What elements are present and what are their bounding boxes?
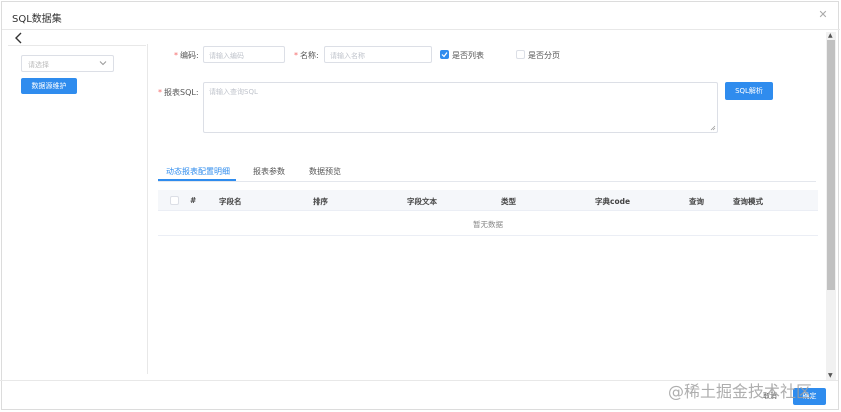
is-list-label: 是否列表	[452, 51, 484, 60]
tab-data-preview[interactable]: 数据预览	[309, 166, 341, 177]
sql-parse-button[interactable]: SQL解析	[725, 82, 773, 100]
column-sort: 排序	[313, 197, 328, 206]
chevron-down-icon	[99, 61, 107, 66]
dialog-title: SQL数据集	[12, 14, 62, 25]
column-field-text: 字段文本	[407, 197, 437, 206]
datasource-select-placeholder: 请选择	[28, 61, 49, 69]
table-empty-text: 暂无数据	[473, 220, 503, 229]
active-tab-indicator	[158, 179, 236, 181]
scroll-up-icon[interactable]: ▲	[828, 33, 833, 39]
datasource-select[interactable]: 请选择	[21, 55, 114, 72]
code-label: * 编码:	[174, 51, 199, 60]
is-paged-checkbox[interactable]	[516, 50, 525, 59]
chevron-left-icon[interactable]	[14, 32, 24, 44]
sql-textarea[interactable]: 请输入查询SQL	[203, 82, 718, 133]
table-empty-row: 暂无数据	[158, 211, 818, 236]
check-icon	[441, 52, 448, 58]
tab-report-params[interactable]: 报表参数	[253, 166, 285, 177]
sql-label: * 报表SQL:	[158, 88, 199, 97]
datasource-maintain-button[interactable]: 数据源维护	[21, 78, 77, 94]
scrollbar-thumb[interactable]	[827, 40, 835, 290]
name-input[interactable]: 请输入名称	[324, 46, 432, 63]
left-panel-divider	[8, 45, 146, 46]
column-type: 类型	[501, 197, 516, 206]
name-input-placeholder: 请输入名称	[330, 52, 365, 60]
code-input[interactable]: 请输入编码	[203, 46, 285, 63]
resize-handle-icon[interactable]	[710, 125, 716, 131]
close-icon[interactable]: ✕	[818, 9, 828, 20]
table-header: # 字段名 排序 字段文本 类型 字典code 查询 查询模式	[158, 190, 818, 211]
is-paged-label: 是否分页	[528, 51, 560, 60]
name-label: * 名称:	[294, 51, 319, 60]
tab-config-detail[interactable]: 动态报表配置明细	[166, 166, 230, 177]
column-dict-code: 字典code	[595, 197, 631, 206]
vertical-scrollbar[interactable]: ▲ ▼	[826, 32, 836, 380]
dialog-title-bar: SQL数据集 ✕	[2, 2, 840, 30]
column-index: #	[190, 196, 197, 205]
sql-textarea-placeholder: 请输入查询SQL	[209, 88, 258, 96]
is-list-checkbox[interactable]	[440, 50, 449, 59]
scroll-down-icon[interactable]: ▼	[828, 373, 833, 379]
column-query-mode: 查询模式	[733, 197, 763, 206]
select-all-checkbox[interactable]	[170, 196, 179, 205]
column-field-name: 字段名	[219, 197, 242, 206]
code-input-placeholder: 请输入编码	[209, 52, 244, 60]
detail-tabs: 动态报表配置明细 报表参数 数据预览	[158, 160, 816, 182]
watermark: @稀土掘金技术社区	[668, 382, 813, 401]
column-query: 查询	[689, 197, 704, 206]
